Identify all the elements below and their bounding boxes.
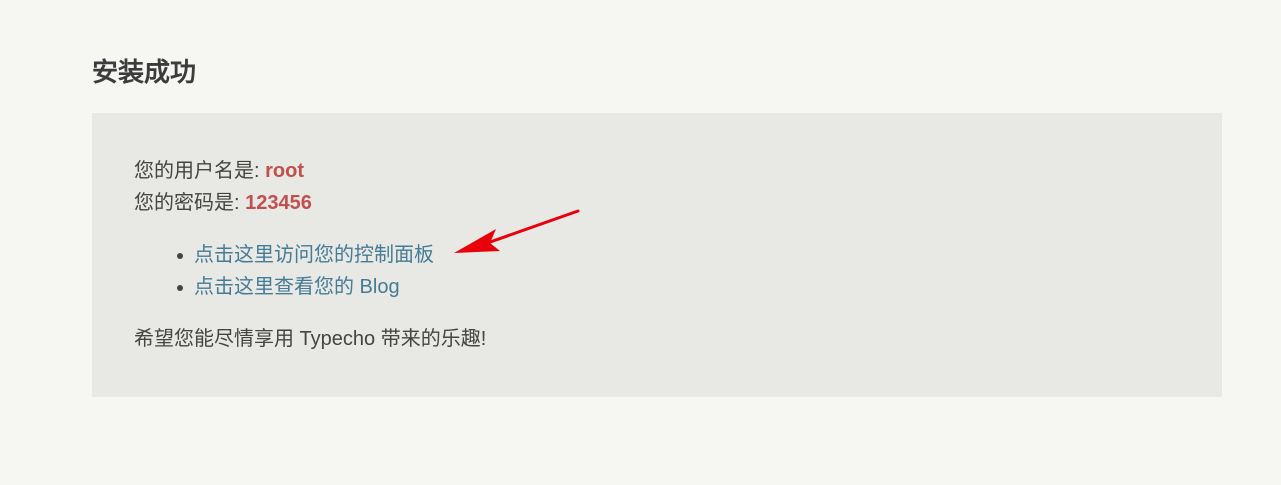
install-success-panel: 您的用户名是: root 您的密码是: 123456 点击这里访问您的控制面板 … [92,113,1222,397]
closing-message: 希望您能尽情享用 Typecho 带来的乐趣! [134,328,487,350]
username-label: 您的用户名是: [134,160,266,182]
username-line: 您的用户名是: root [134,155,304,187]
dashboard-link[interactable]: 点击这里访问您的控制面板 [194,244,434,266]
password-line: 您的密码是: 123456 [134,187,312,219]
username-value: root [265,160,305,182]
red-arrow-icon [454,209,580,253]
action-links: 点击这里访问您的控制面板 点击这里查看您的 Blog [134,239,434,303]
list-item-blog: 点击这里查看您的 Blog [177,271,434,303]
page-title: 安装成功 [92,57,197,87]
password-value: 123456 [245,192,312,214]
list-item-dashboard: 点击这里访问您的控制面板 [177,239,434,271]
blog-link[interactable]: 点击这里查看您的 Blog [194,276,400,298]
password-label: 您的密码是: [134,192,246,214]
